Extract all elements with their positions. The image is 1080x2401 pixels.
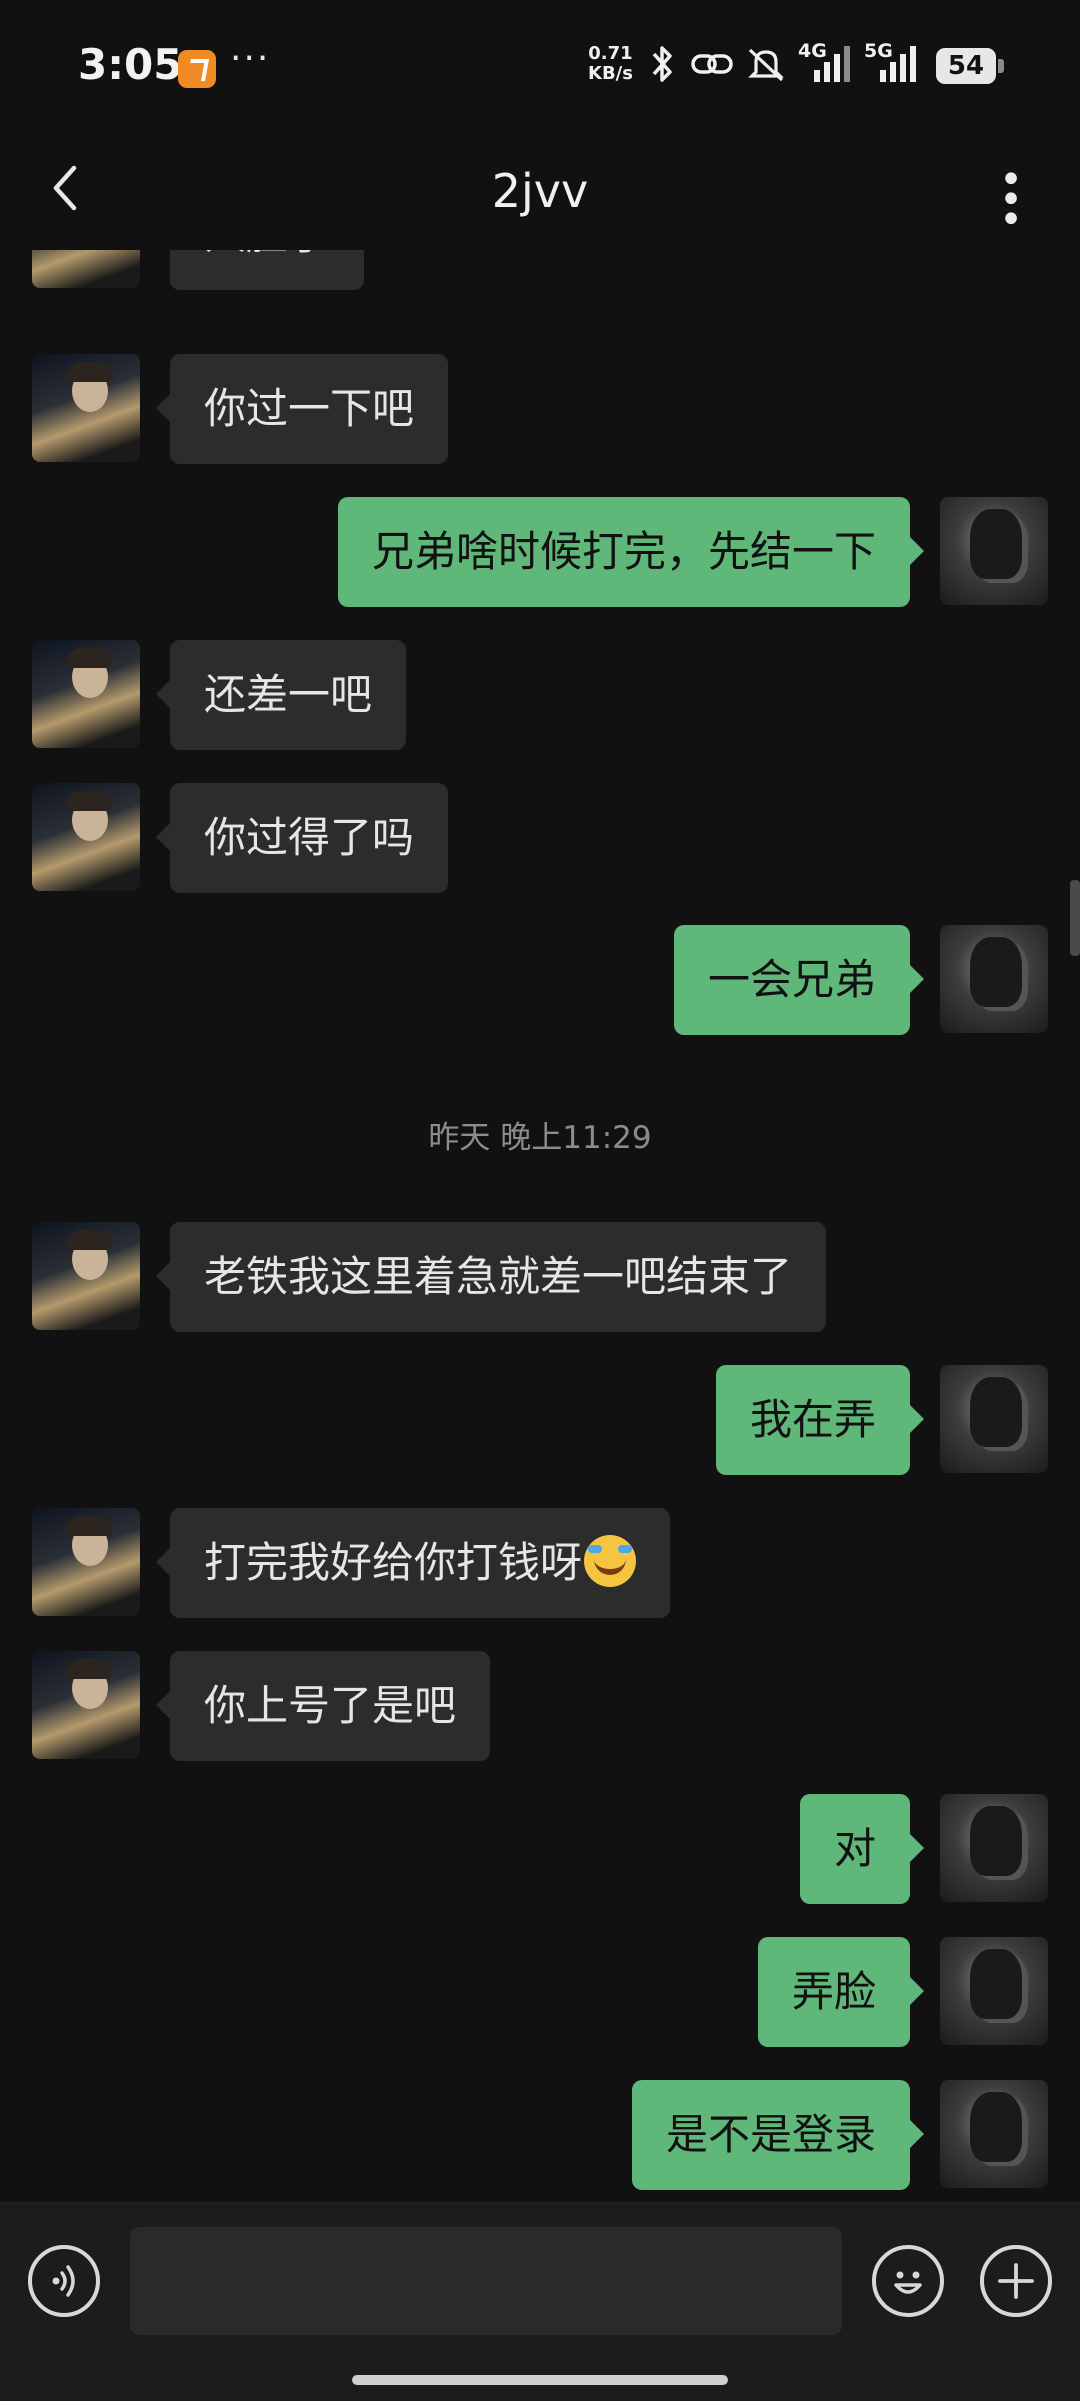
message-bubble-peer[interactable]: 人脸了 [170, 250, 365, 290]
status-bar: 3:05 ··· 0.71 KB/s 4G 5G 54 [0, 0, 1080, 130]
peer-avatar[interactable] [32, 1651, 140, 1759]
message-row-peer: 还差一吧 [0, 640, 1080, 752]
message-row-peer: 打完我好给你打钱呀 [0, 1508, 1080, 1620]
my-avatar[interactable] [940, 1365, 1048, 1473]
my-avatar[interactable] [940, 1794, 1048, 1902]
more-functions-button[interactable] [980, 2245, 1052, 2317]
net-speed-value: 0.71 [588, 43, 633, 64]
chat-title: 2jvv [491, 164, 589, 218]
message-bubble-me[interactable]: 对 [799, 1794, 925, 1904]
my-avatar[interactable] [940, 497, 1048, 605]
message-bubble-me[interactable]: 兄弟啥时候打完，先结一下 [337, 497, 925, 607]
my-avatar[interactable] [940, 1937, 1048, 2045]
message-row-peer: 人脸了 [0, 250, 1080, 292]
message-text: 打完我好给你打钱呀 [204, 1538, 583, 1587]
message-row-me: 对 [0, 1794, 1080, 1906]
message-bubble-peer[interactable]: 你过一下吧 [155, 354, 449, 464]
peer-avatar[interactable] [32, 354, 140, 462]
message-row-me: 我在弄 [0, 1365, 1080, 1477]
message-bubble-peer[interactable]: 你过得了吗 [155, 783, 449, 893]
net-speed: 0.71 KB/s [588, 44, 633, 84]
signal-4g-icon [814, 46, 850, 82]
message-list[interactable]: 人脸了 你过一下吧 兄弟啥时候打完，先结一下 还差一吧 你过得了吗 一会兄弟 昨… [0, 250, 1080, 2200]
app-badge-icon [178, 50, 216, 88]
chat-header: 2jvv • • • [0, 130, 1080, 250]
message-bubble-me[interactable]: 一会兄弟 [673, 925, 925, 1035]
message-row-peer: 你过一下吧 [0, 354, 1080, 466]
chat-timestamp: 昨天 晚上11:29 [428, 1120, 652, 1156]
message-bubble-me[interactable]: 是不是登录 [631, 2080, 925, 2190]
message-row-peer: 你上号了是吧 [0, 1651, 1080, 1763]
message-bubble-peer[interactable]: 打完我好给你打钱呀 [155, 1508, 671, 1618]
message-input[interactable] [130, 2227, 842, 2335]
more-options-icon[interactable]: • • • [978, 160, 1048, 240]
message-row-me: 兄弟啥时候打完，先结一下 [0, 497, 1080, 609]
my-avatar[interactable] [940, 925, 1048, 1033]
crying-laughing-emoji-icon [584, 1535, 637, 1587]
peer-avatar[interactable] [32, 250, 140, 288]
more-notifications-icon: ··· [230, 38, 271, 79]
signal-5g-icon [880, 46, 916, 82]
voice-input-button[interactable] [28, 2245, 100, 2317]
status-time: 3:05 [78, 40, 183, 89]
message-row-me: 是不是登录 [0, 2080, 1080, 2192]
message-bubble-peer[interactable]: 你上号了是吧 [155, 1651, 491, 1761]
message-row-peer: 你过得了吗 [0, 783, 1080, 895]
bluetooth-icon [652, 46, 672, 82]
scrollbar-thumb[interactable] [1070, 880, 1080, 956]
home-indicator[interactable] [352, 2375, 728, 2385]
emoji-button[interactable] [872, 2245, 944, 2317]
peer-avatar[interactable] [32, 1508, 140, 1616]
mute-bell-icon [748, 48, 784, 82]
message-bubble-peer[interactable]: 还差一吧 [155, 640, 407, 750]
plus-icon [998, 2263, 1034, 2299]
voice-wave-icon [52, 2265, 75, 2297]
message-row-me: 一会兄弟 [0, 925, 1080, 1037]
battery-icon: 54 [936, 48, 1004, 84]
net-speed-unit: KB/s [588, 63, 633, 84]
my-avatar[interactable] [940, 2080, 1048, 2188]
smiley-icon [894, 2271, 922, 2294]
message-bubble-peer[interactable]: 老铁我这里着急就差一吧结束了 [155, 1222, 827, 1332]
peer-avatar[interactable] [32, 783, 140, 891]
message-bubble-me[interactable]: 弄脸 [757, 1937, 925, 2047]
input-bar [0, 2202, 1080, 2401]
message-row-peer: 老铁我这里着急就差一吧结束了 [0, 1222, 1080, 1334]
message-bubble-me[interactable]: 我在弄 [715, 1365, 925, 1475]
hotspot-link-icon [691, 54, 733, 74]
peer-avatar[interactable] [32, 640, 140, 748]
message-row-me: 弄脸 [0, 1937, 1080, 2049]
peer-avatar[interactable] [32, 1222, 140, 1330]
